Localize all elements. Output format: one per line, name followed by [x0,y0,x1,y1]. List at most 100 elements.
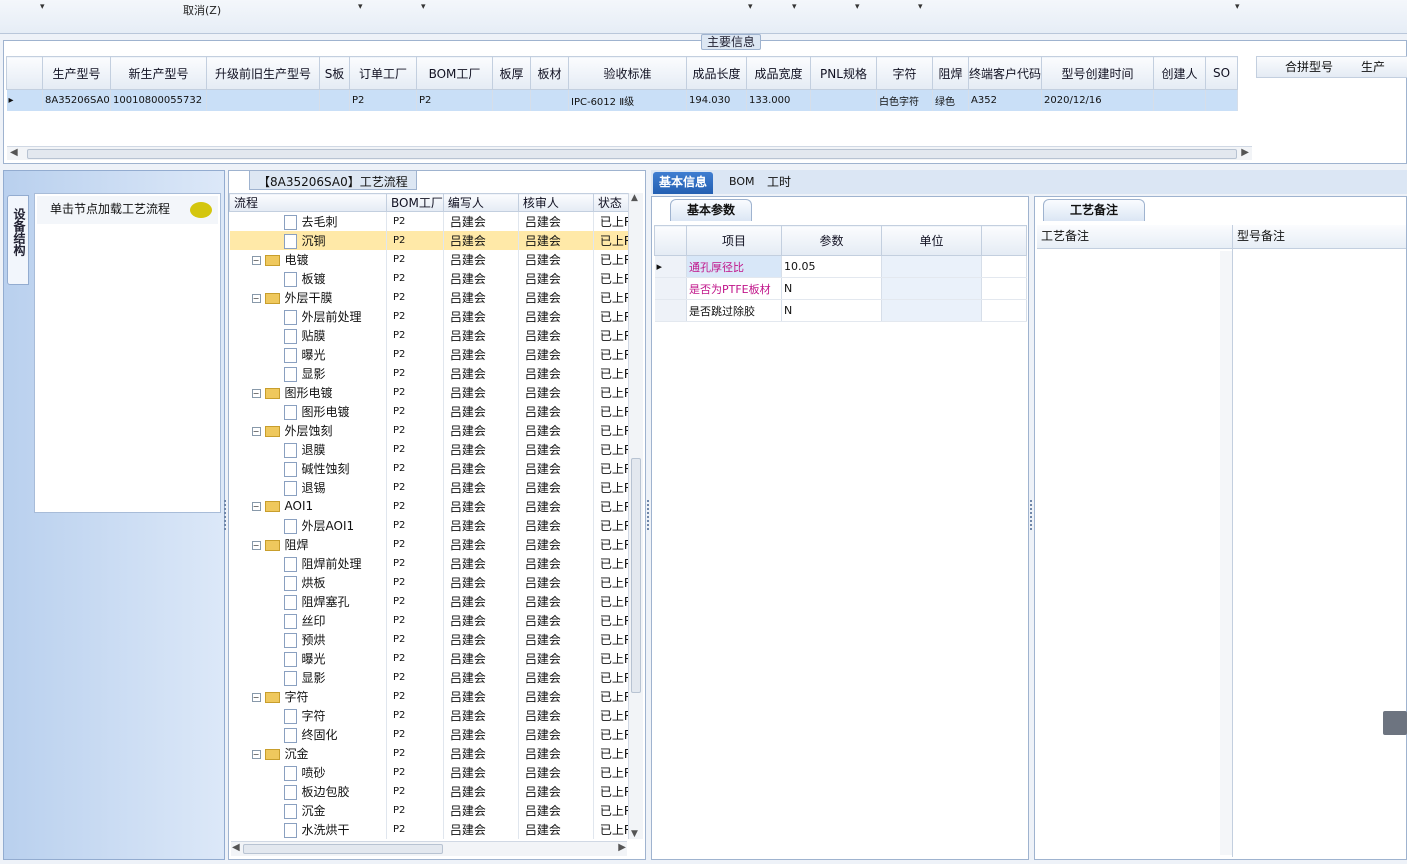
table-row[interactable]: ▸ 通孔厚径比 10.05 [654,255,1027,278]
scroll-left-icon[interactable]: ◀ [10,147,18,158]
tree-node[interactable]: 喷砂 [229,762,387,782]
tab-basic-info[interactable]: 基本信息 [653,172,714,194]
tree-row[interactable]: 显影 P2 吕建会 吕建会 已上R [229,667,634,687]
table-cell[interactable]: 2020/12/16 [1041,89,1155,111]
column-header[interactable]: 成品长度 [686,56,747,90]
tree-row[interactable]: 沉金 P2 吕建会 吕建会 已上R [229,800,634,820]
column-header[interactable]: 状态 [592,193,634,212]
tree-row[interactable]: 曝光 P2 吕建会 吕建会 已上R [229,344,634,364]
table-cell[interactable]: P2 [349,89,417,111]
table-cell[interactable]: 10010800055732 [110,89,207,111]
tree-row[interactable]: − 字符 P2 吕建会 吕建会 已上R [229,686,634,706]
tree-row[interactable]: 丝印 P2 吕建会 吕建会 已上R [229,610,634,630]
column-header[interactable]: 生产 [1333,57,1385,77]
tree-row[interactable]: 图形电镀 P2 吕建会 吕建会 已上R [229,401,634,421]
column-header[interactable]: 字符 [876,56,933,90]
tab-device-structure[interactable]: 设备结构 [7,195,29,285]
tree-node[interactable]: − 外层干膜 [229,287,387,307]
table-cell[interactable] [492,89,531,111]
tree-node[interactable]: 板镀 [229,268,387,288]
tree-row[interactable]: 阻焊前处理 P2 吕建会 吕建会 已上R [229,553,634,573]
collapse-icon[interactable]: − [251,426,261,436]
table-cell[interactable]: P2 [416,89,493,111]
tree-node[interactable]: 退膜 [229,439,387,459]
tree-row[interactable]: − 外层蚀刻 P2 吕建会 吕建会 已上R [229,420,634,440]
tree-node[interactable]: 图形电镀 [229,401,387,421]
tree-row[interactable]: 外层前处理 P2 吕建会 吕建会 已上R [229,306,634,326]
tree-node[interactable]: − AOI1 [229,496,387,516]
tree-row[interactable]: 曝光 P2 吕建会 吕建会 已上R [229,648,634,668]
dropdown-arrow-icon[interactable]: ▾ [918,2,923,12]
tree-node[interactable]: 显影 [229,667,387,687]
node-list[interactable]: 单击节点加载工艺流程 [34,193,221,513]
process-remarks-field[interactable] [1037,249,1233,857]
scrollbar-thumb[interactable] [243,844,443,854]
scroll-down-icon[interactable]: ▼ [631,829,638,839]
column-header[interactable]: 升级前旧生产型号 [206,56,320,90]
tree-row[interactable]: 退锡 P2 吕建会 吕建会 已上R [229,477,634,497]
horizontal-scrollbar[interactable]: ◀ ▶ [231,841,627,856]
tree-node[interactable]: − 电镀 [229,249,387,269]
tree-node[interactable]: 沉铜 [229,230,387,250]
tree-node[interactable]: 显影 [229,363,387,383]
table-row[interactable]: 是否跳过除胶 N [654,299,1027,322]
param-value[interactable]: 10.05 [781,255,882,278]
tab-bom[interactable]: BOM [723,172,761,194]
tree-node[interactable]: 终固化 [229,724,387,744]
tree-row[interactable]: 喷砂 P2 吕建会 吕建会 已上R [229,762,634,782]
column-header[interactable]: 编写人 [442,193,519,212]
table-cell[interactable]: 8A35206SA0 [42,89,111,111]
table-cell[interactable] [319,89,350,111]
param-unit[interactable] [881,255,982,278]
tree-node[interactable]: 外层AOI1 [229,515,387,535]
column-header[interactable]: 流程 [229,193,387,212]
tree-node[interactable]: − 图形电镀 [229,382,387,402]
scrollbar-thumb[interactable] [631,458,641,693]
tree-row[interactable]: 字符 P2 吕建会 吕建会 已上R [229,705,634,725]
collapse-icon[interactable]: − [251,692,261,702]
column-header[interactable]: 成品宽度 [746,56,811,90]
column-header[interactable]: 项目 [686,225,782,256]
tree-row[interactable]: 预烘 P2 吕建会 吕建会 已上R [229,629,634,649]
side-handle-icon[interactable] [1383,711,1407,735]
splitter-handle[interactable] [224,500,228,530]
tree-node[interactable]: 水洗烘干 [229,819,387,839]
column-header[interactable]: 验收标准 [568,56,687,90]
table-cell[interactable] [530,89,569,111]
tree-node[interactable]: 沉金 [229,800,387,820]
tab-work-hours[interactable]: 工时 [761,172,797,194]
tree-node[interactable]: 字符 [229,705,387,725]
tree-row[interactable]: 水洗烘干 P2 吕建会 吕建会 已上R [229,819,634,839]
tree-row[interactable]: − 沉金 P2 吕建会 吕建会 已上R [229,743,634,763]
column-header[interactable]: PNL规格 [810,56,877,90]
vertical-scrollbar[interactable] [1220,251,1232,855]
column-header[interactable]: 型号创建时间 [1041,56,1155,90]
load-flow-hint[interactable]: 单击节点加载工艺流程 [37,196,218,224]
horizontal-scrollbar[interactable]: ◀ ▶ [7,146,1252,160]
param-value[interactable]: N [781,277,882,300]
collapse-icon[interactable]: − [251,502,261,511]
column-header[interactable]: 核审人 [517,193,594,212]
column-header[interactable]: 新生产型号 [110,56,207,90]
param-unit[interactable] [881,299,982,322]
collapse-icon[interactable]: − [251,749,261,759]
dropdown-arrow-icon[interactable]: ▾ [40,2,45,12]
tree-node[interactable]: 板边包胶 [229,781,387,801]
dropdown-arrow-icon[interactable]: ▾ [358,2,363,12]
collapse-icon[interactable]: − [251,388,261,398]
dropdown-arrow-icon[interactable]: ▾ [421,2,426,12]
tree-row[interactable]: 板镀 P2 吕建会 吕建会 已上R [229,268,634,288]
tree-node[interactable]: 曝光 [229,648,387,668]
column-header[interactable]: 单位 [881,225,982,256]
tree-node[interactable]: − 外层蚀刻 [229,420,387,440]
column-header[interactable]: 终端客户代码 [967,56,1043,90]
tree-row[interactable]: 阻焊塞孔 P2 吕建会 吕建会 已上R [229,591,634,611]
param-value[interactable]: N [781,299,882,322]
vertical-scrollbar[interactable]: ▲ ▼ [628,193,643,839]
table-cell[interactable] [810,89,877,111]
scroll-left-icon[interactable]: ◀ [232,842,240,853]
column-header[interactable]: SO [1205,56,1239,90]
tree-node[interactable]: 贴膜 [229,325,387,345]
cancel-button[interactable]: 取消(Z) [183,2,221,18]
tree-node[interactable]: 烘板 [229,572,387,592]
